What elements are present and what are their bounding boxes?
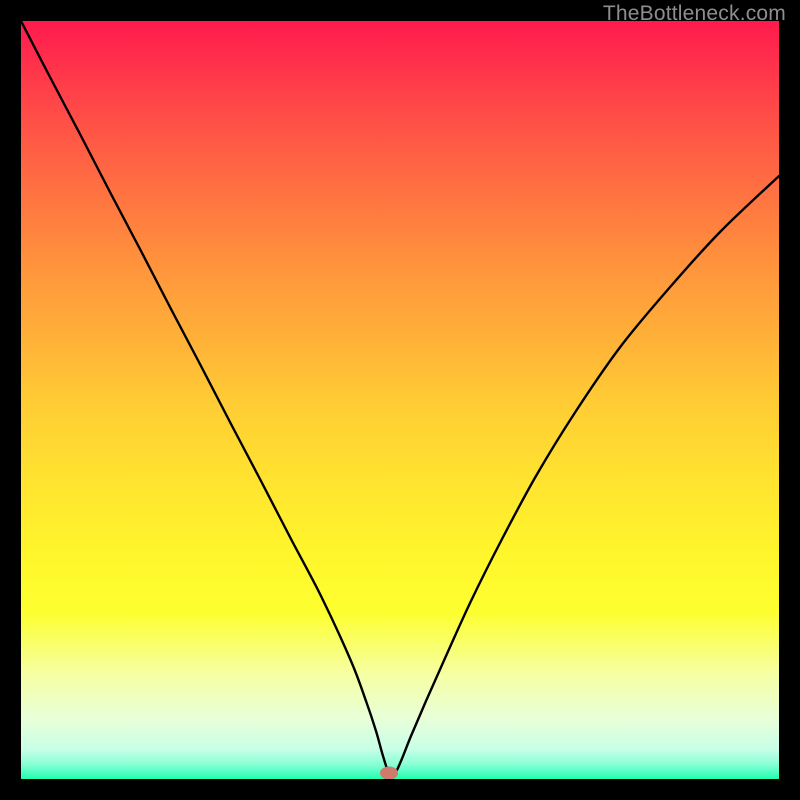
optimal-marker: [380, 766, 398, 779]
chart-frame: TheBottleneck.com: [0, 0, 800, 800]
background-gradient: [21, 21, 779, 779]
plot-area: [21, 21, 779, 779]
watermark-text: TheBottleneck.com: [603, 2, 786, 26]
